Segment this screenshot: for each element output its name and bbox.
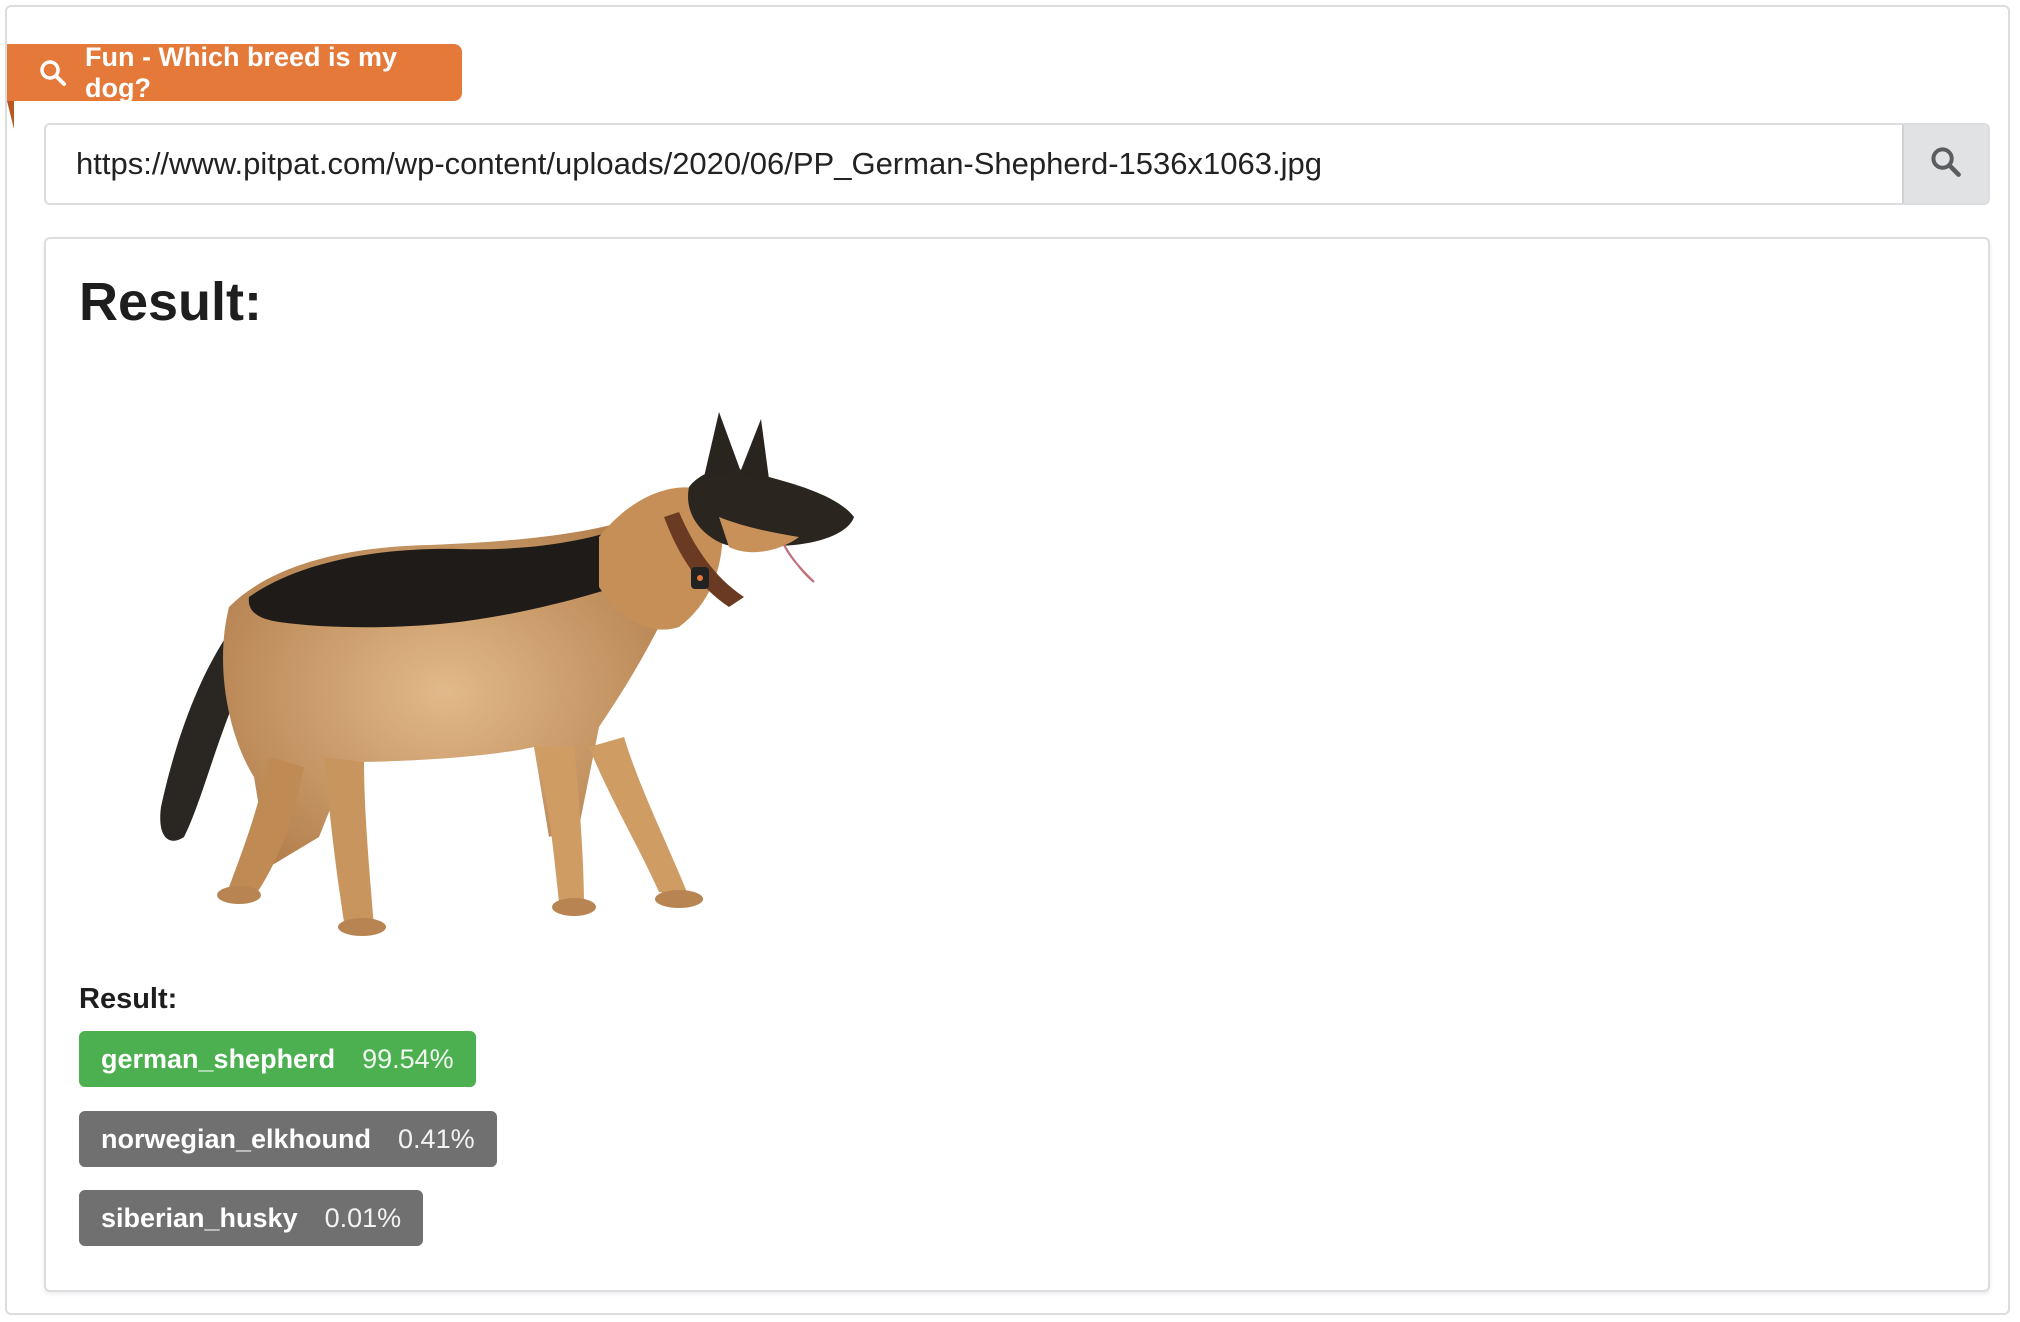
page-title: Fun - Which breed is my dog? <box>85 41 398 103</box>
confidence-value: 0.41% <box>398 1123 475 1154</box>
result-heading: Result: <box>79 272 263 332</box>
search-icon <box>39 59 67 87</box>
search-button[interactable] <box>1902 125 1988 203</box>
prediction-badge-norwegian-elkhound: norwegian_elkhound 0.41% <box>79 1111 497 1167</box>
search-icon <box>1930 146 1962 183</box>
confidence-value: 0.01% <box>324 1202 402 1233</box>
breed-label: siberian_husky <box>101 1202 298 1233</box>
result-panel: Result: Result: german_shepherd 99.54% n… <box>44 237 1990 1292</box>
confidence-value: 99.54% <box>362 1043 454 1074</box>
app-container: Fun - Which breed is my dog? Result: <box>5 5 2010 1315</box>
breed-label: german_shepherd <box>101 1043 336 1074</box>
image-url-input[interactable] <box>46 125 1902 203</box>
prediction-badge-siberian-husky: siberian_husky 0.01% <box>79 1190 424 1246</box>
ribbon-fold <box>7 101 14 129</box>
page-header-ribbon: Fun - Which breed is my dog? <box>7 41 462 103</box>
result-list-label: Result: <box>79 983 178 1015</box>
dog-photo <box>79 367 959 977</box>
url-search-bar <box>44 123 1990 205</box>
prediction-badge-german-shepherd: german_shepherd 99.54% <box>79 1031 476 1087</box>
breed-label: norwegian_elkhound <box>101 1123 372 1154</box>
